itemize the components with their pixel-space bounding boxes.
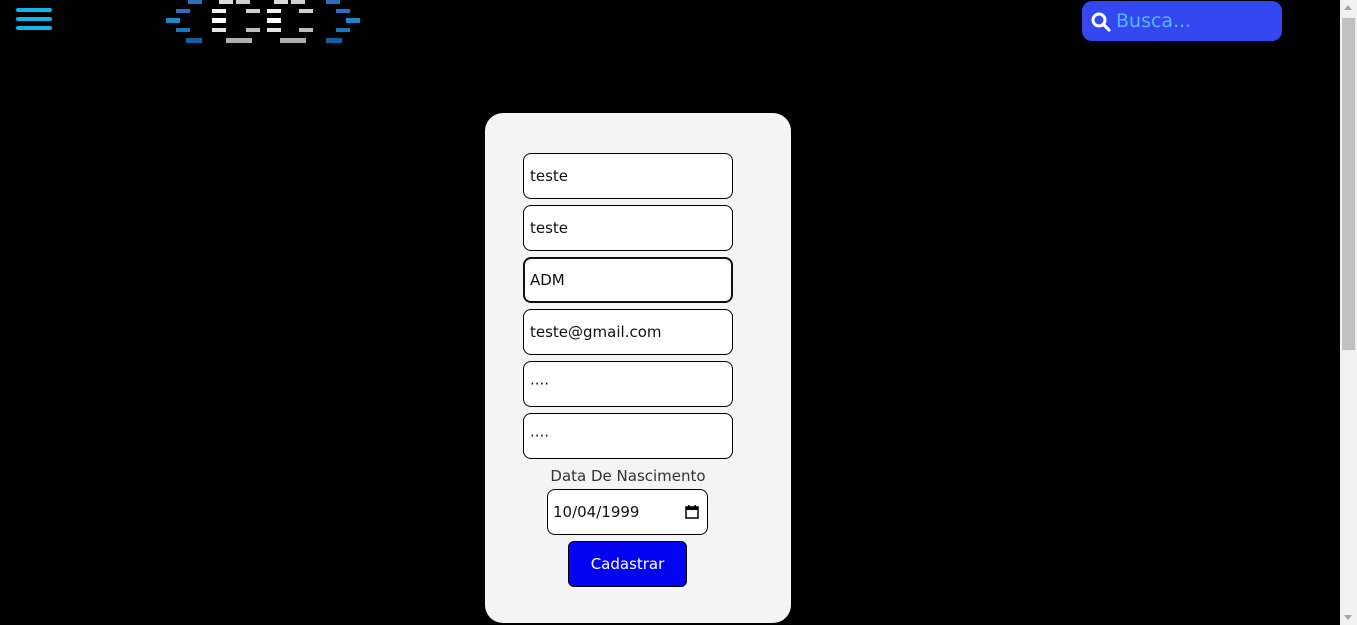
confirm-password-field[interactable] — [523, 413, 733, 459]
menu-bar — [16, 8, 52, 12]
scroll-up-icon[interactable] — [1344, 5, 1352, 10]
logo[interactable] — [166, 0, 362, 46]
name-field[interactable] — [523, 153, 733, 199]
scroll-down-icon[interactable] — [1344, 615, 1352, 620]
page: Data De Nascimento 10/04/1999 Cadastrar — [0, 0, 1357, 625]
menu-bar — [16, 17, 52, 21]
email-field[interactable] — [523, 309, 733, 355]
search-bar[interactable] — [1082, 1, 1282, 41]
birth-date-input[interactable]: 10/04/1999 — [547, 489, 708, 535]
password-field[interactable] — [523, 361, 733, 407]
scrollbar[interactable] — [1340, 0, 1357, 625]
birth-date-label: Data De Nascimento — [550, 467, 706, 485]
surname-field[interactable] — [523, 205, 733, 251]
scrollbar-thumb[interactable] — [1342, 18, 1355, 350]
register-button[interactable]: Cadastrar — [568, 541, 687, 587]
hamburger-menu-icon[interactable] — [16, 8, 52, 34]
search-icon — [1091, 12, 1111, 32]
birth-date-value: 10/04/1999 — [553, 503, 640, 521]
search-input[interactable] — [1116, 7, 1276, 35]
registration-form: Data De Nascimento 10/04/1999 Cadastrar — [485, 113, 791, 623]
role-field[interactable] — [523, 257, 733, 303]
calendar-icon[interactable] — [685, 505, 699, 519]
menu-bar — [16, 26, 52, 30]
